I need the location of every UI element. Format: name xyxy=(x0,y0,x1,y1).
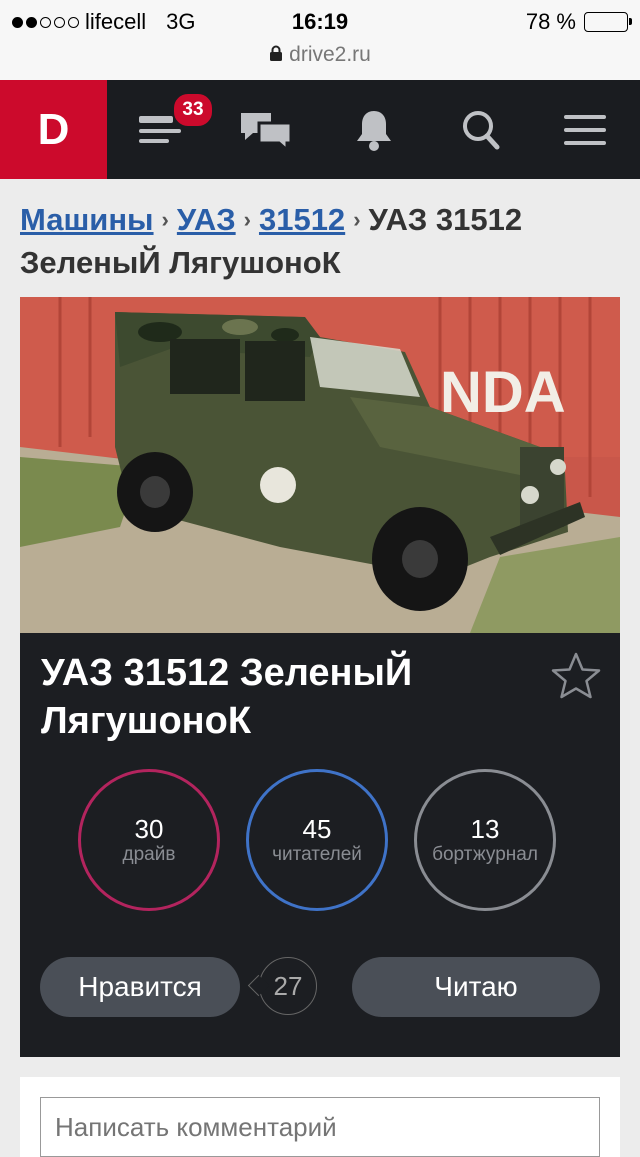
breadcrumb-uaz[interactable]: УАЗ xyxy=(177,202,236,237)
stat-drive-label: драйв xyxy=(122,844,176,865)
stat-drive[interactable]: 30 драйв xyxy=(78,769,220,911)
menu-icon xyxy=(564,114,606,145)
battery-info: 78 % xyxy=(525,9,632,35)
breadcrumb-separator: › xyxy=(353,207,361,232)
battery-percent: 78 % xyxy=(525,9,576,34)
breadcrumb-cars[interactable]: Машины xyxy=(20,202,154,237)
notifications-button[interactable] xyxy=(324,80,424,179)
favorite-button[interactable] xyxy=(550,651,602,706)
search-button[interactable] xyxy=(431,80,531,179)
search-icon xyxy=(463,110,500,149)
stat-readers[interactable]: 45 читателей xyxy=(246,769,388,911)
stat-logbook[interactable]: 13 бортжурнал xyxy=(414,769,556,911)
breadcrumb: Машины › УАЗ › 31512 › УАЗ 31512 ЗеленыЙ Лягуш… xyxy=(20,200,620,283)
top-nav: D xyxy=(0,80,640,179)
feed-badge: 33 xyxy=(172,92,214,128)
comment-section xyxy=(20,1077,620,1157)
stat-logbook-label: бортжурнал xyxy=(432,844,538,865)
like-button[interactable]: Нравится xyxy=(40,957,240,1017)
car-title: УАЗ 31512 ЗеленыЙ ЛягушоноК xyxy=(41,652,413,742)
stat-readers-value: 45 xyxy=(302,814,332,844)
messages-button[interactable] xyxy=(216,80,316,179)
like-count-value: 27 xyxy=(273,970,303,1001)
lock-icon xyxy=(270,45,283,61)
car-photo[interactable]: NDA xyxy=(20,297,620,633)
follow-button[interactable]: Читаю xyxy=(352,957,600,1017)
breadcrumb-model[interactable]: 31512 xyxy=(259,202,345,237)
svg-text:NDA: NDA xyxy=(440,360,566,425)
breadcrumb-separator: › xyxy=(161,207,169,232)
stat-logbook-value: 13 xyxy=(470,814,500,844)
drive2-logo[interactable]: D xyxy=(0,80,107,179)
car-card: NDA УАЗ 31512 ЗеленыЙ ЛягушоноК 30 драйв… xyxy=(20,297,620,1057)
stat-readers-label: читателей xyxy=(272,844,362,865)
battery-icon xyxy=(584,12,632,32)
status-bar: lifecell 3G 16:19 78 % drive2.ru xyxy=(0,0,640,80)
like-count: 27 xyxy=(259,957,317,1015)
bell-icon xyxy=(357,110,391,151)
url-text: drive2.ru xyxy=(289,43,371,66)
comment-input[interactable] xyxy=(40,1097,600,1157)
star-icon xyxy=(551,652,601,699)
breadcrumb-separator: › xyxy=(243,207,251,232)
messages-icon xyxy=(241,112,293,151)
address-bar[interactable]: drive2.ru xyxy=(0,43,640,67)
stat-drive-value: 30 xyxy=(134,814,164,844)
menu-button[interactable] xyxy=(535,80,635,179)
